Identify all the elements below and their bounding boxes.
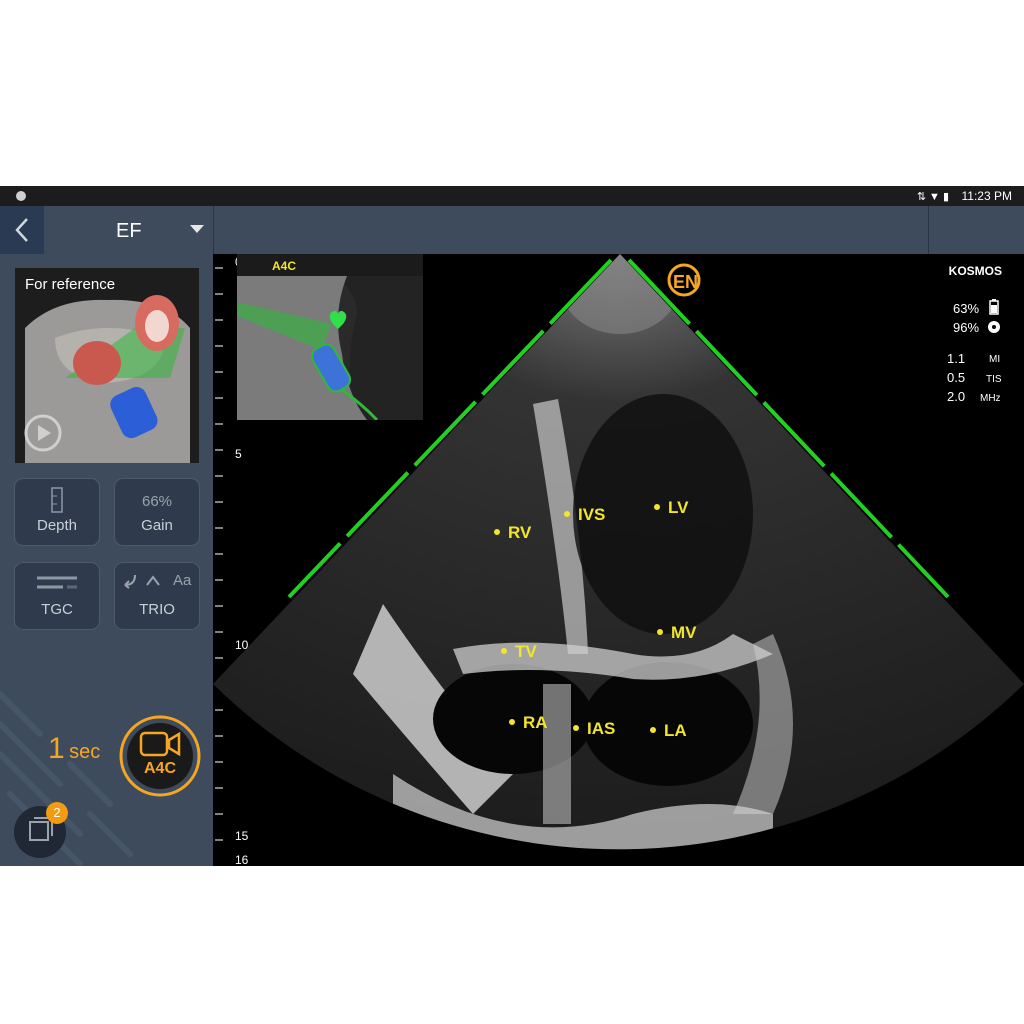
- ultrasound-viewport[interactable]: 0 5 10 15 16: [213, 254, 1024, 866]
- frequency-unit: MHz: [980, 393, 1001, 404]
- capture-seconds-unit: sec: [69, 741, 101, 763]
- depth-label: Depth: [36, 517, 78, 534]
- device-screen: ⇅▼▮ 11:23 PM EF For reference Depth 66% …: [0, 186, 1024, 866]
- label-la: LA: [664, 721, 687, 740]
- play-icon[interactable]: [23, 413, 63, 453]
- record-view-label: A4C: [143, 760, 176, 777]
- exam-mode-title[interactable]: EF: [116, 220, 142, 243]
- back-button[interactable]: [0, 206, 44, 254]
- header-divider: [213, 206, 214, 254]
- caret-down-icon[interactable]: [190, 225, 204, 233]
- orientation-marker-text: EN: [673, 272, 698, 292]
- probe-position-guide: A4C: [237, 254, 423, 420]
- status-bar: ⇅▼▮ 11:23 PM: [0, 186, 1024, 206]
- wifi-icon: ▼: [929, 191, 943, 203]
- trio-button[interactable]: Aa TRIO: [114, 562, 200, 630]
- signal-icon: ⇅: [916, 191, 930, 203]
- reference-card[interactable]: For reference: [15, 268, 199, 463]
- battery-icon: ▮: [942, 191, 952, 203]
- status-icons: ⇅▼▮: [917, 190, 952, 203]
- gain-button[interactable]: 66% Gain: [114, 478, 200, 546]
- label-ias: IAS: [587, 719, 615, 738]
- trio-label: TRIO: [139, 601, 175, 618]
- header-divider: [928, 206, 929, 254]
- pip-view-label: A4C: [272, 259, 297, 273]
- mi-value: 1.1: [947, 351, 966, 366]
- capture-seconds-value: 1: [48, 732, 65, 765]
- chevron-left-icon: [15, 218, 28, 242]
- status-time: 11:23 PM: [961, 189, 1012, 203]
- battery-level-icon: [989, 299, 999, 315]
- label-rv: RV: [508, 523, 532, 542]
- sidebar: For reference Depth 66% Gain TGC Aa TRIO…: [0, 254, 213, 866]
- probe-guide-illustration: [237, 254, 423, 420]
- reference-title: For reference: [25, 276, 116, 293]
- font-size-glyph: Aa: [173, 572, 192, 589]
- tgc-label: TGC: [41, 601, 73, 618]
- device-name: KOSMOS: [948, 264, 1002, 278]
- label-ra: RA: [523, 713, 548, 732]
- ruler-icon: [51, 487, 63, 513]
- label-ivs: IVS: [578, 505, 605, 524]
- tis-unit: TIS: [986, 374, 1002, 385]
- notification-dot: [16, 191, 26, 201]
- storage-disc-icon: [988, 321, 1000, 333]
- gain-value: 66%: [141, 493, 173, 510]
- label-mv: MV: [671, 623, 697, 642]
- orientation-marker-icon: EN: [667, 263, 701, 297]
- capture-duration[interactable]: 1 sec: [48, 732, 100, 766]
- storage-level: 96%: [953, 320, 980, 335]
- frequency-value: 2.0: [947, 389, 966, 404]
- clips-count-badge: 2: [46, 802, 68, 824]
- label-lv: LV: [668, 498, 689, 517]
- app-header: EF: [0, 206, 1024, 254]
- mi-unit: MI: [989, 354, 1001, 365]
- label-tv: TV: [515, 642, 537, 661]
- sliders-icon: [37, 576, 77, 589]
- tgc-button[interactable]: TGC: [14, 562, 100, 630]
- gain-label: Gain: [141, 517, 173, 534]
- battery-level: 63%: [953, 301, 980, 316]
- video-camera-icon: [139, 731, 181, 757]
- depth-button[interactable]: Depth: [14, 478, 100, 546]
- record-a4c-button[interactable]: A4C: [118, 714, 202, 798]
- undo-icon: [124, 574, 160, 589]
- tis-value: 0.5: [947, 370, 966, 385]
